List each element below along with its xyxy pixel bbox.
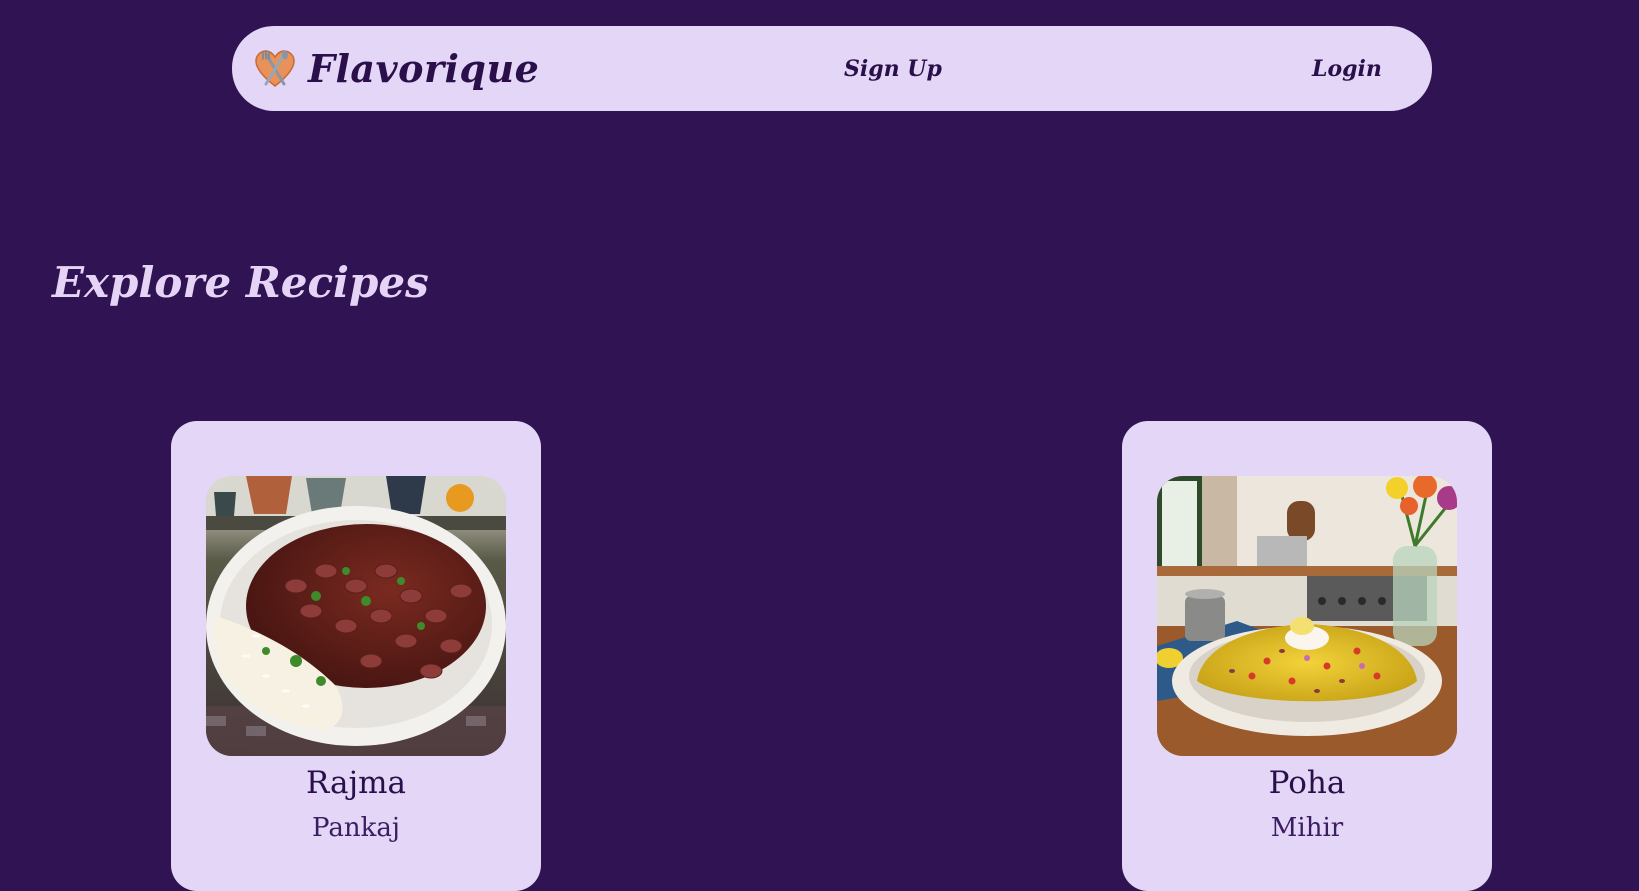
navbar: Flavorique Sign Up Login [232,26,1432,111]
brand-logo-link[interactable]: Flavorique [252,26,539,111]
utensils-heart-icon [252,46,298,92]
recipe-author: Mihir [1270,813,1344,843]
recipe-image-rajma [206,476,506,756]
recipe-title: Rajma [305,765,407,801]
signup-link[interactable]: Sign Up [844,26,942,111]
brand-name: Flavorique [308,46,540,91]
recipe-title: Poha [1268,765,1346,801]
recipe-image-poha [1157,476,1457,756]
page-title: Explore Recipes [52,258,429,307]
login-link[interactable]: Login [1312,26,1382,111]
recipe-card[interactable]: Rajma Pankaj [171,421,541,891]
recipe-author: Pankaj [312,813,400,843]
recipe-card[interactable]: Poha Mihir [1122,421,1492,891]
